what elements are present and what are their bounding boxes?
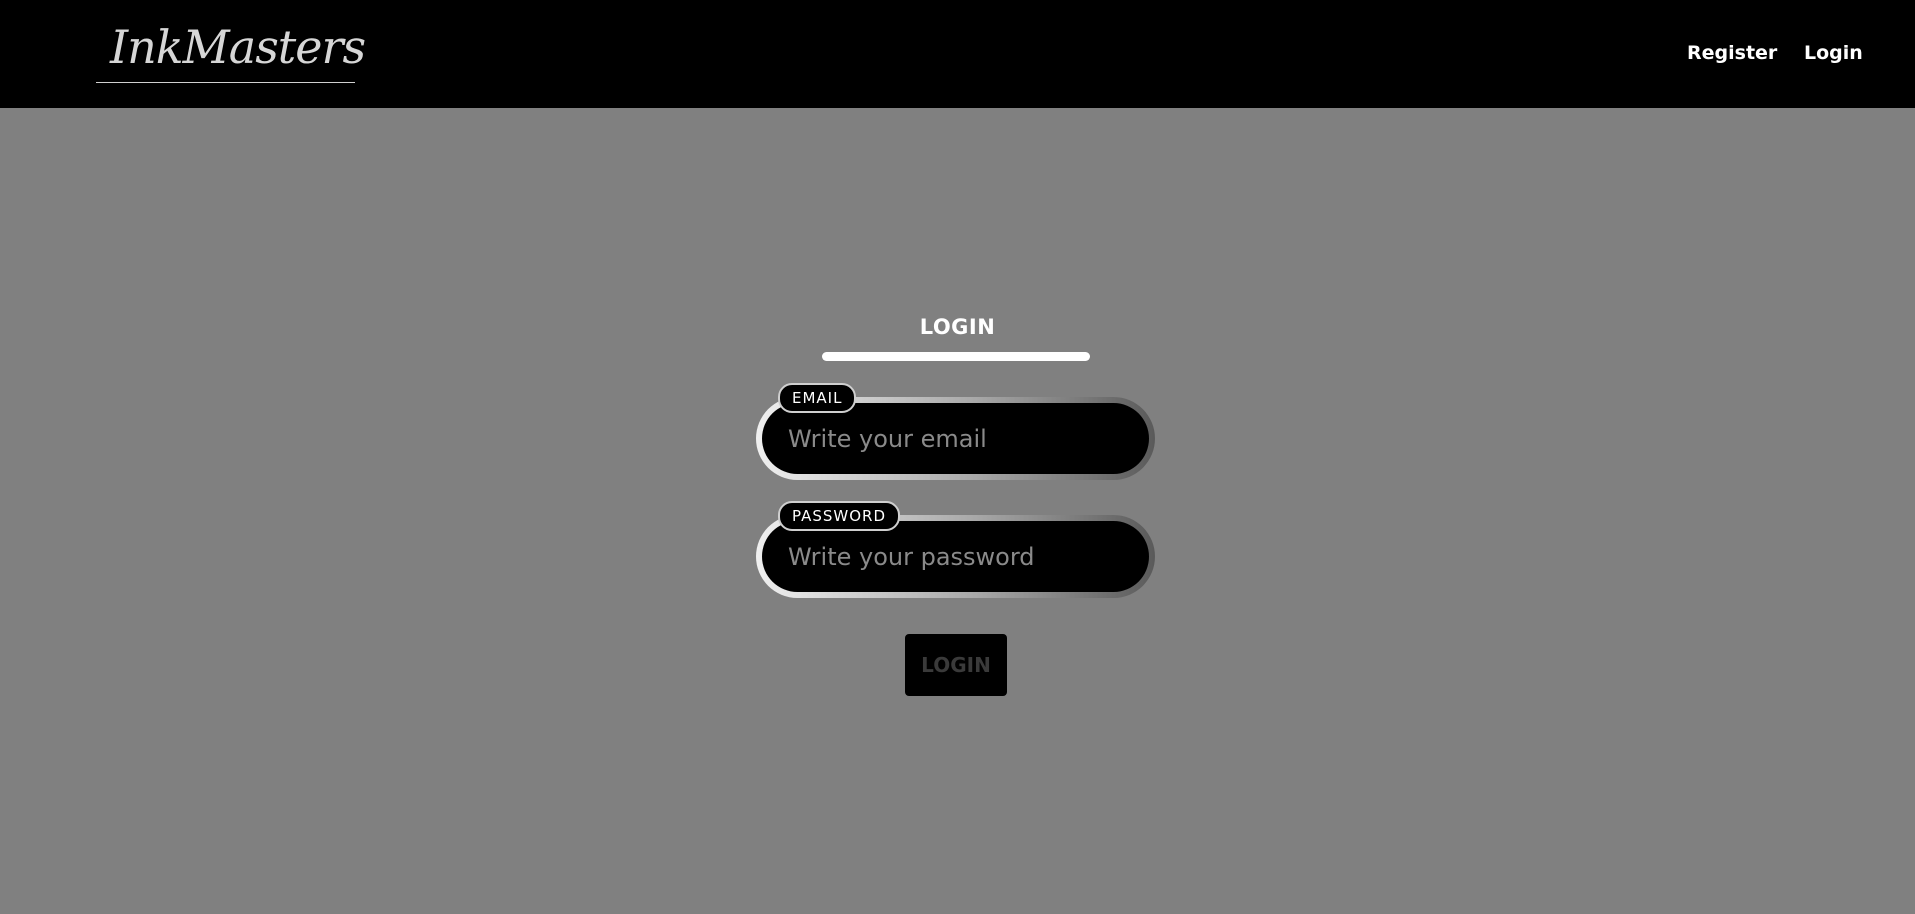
password-label: PASSWORD <box>778 501 901 531</box>
page-title: LOGIN <box>919 315 996 339</box>
password-input[interactable] <box>762 521 1149 592</box>
navbar: InkMasters Register Login <box>0 0 1915 108</box>
password-field-inner <box>762 521 1149 592</box>
nav-login-link[interactable]: Login <box>1804 42 1863 64</box>
logo-underline <box>96 82 355 83</box>
title-underline <box>822 352 1090 361</box>
email-field-inner <box>762 403 1149 474</box>
login-button[interactable]: LOGIN <box>905 634 1007 696</box>
email-input[interactable] <box>762 403 1149 474</box>
email-field: EMAIL <box>756 383 1155 480</box>
logo[interactable]: InkMasters <box>96 16 366 83</box>
email-label: EMAIL <box>778 383 857 413</box>
password-field: PASSWORD <box>756 501 1155 598</box>
nav-register-link[interactable]: Register <box>1687 42 1777 64</box>
logo-text: InkMasters <box>110 20 366 74</box>
